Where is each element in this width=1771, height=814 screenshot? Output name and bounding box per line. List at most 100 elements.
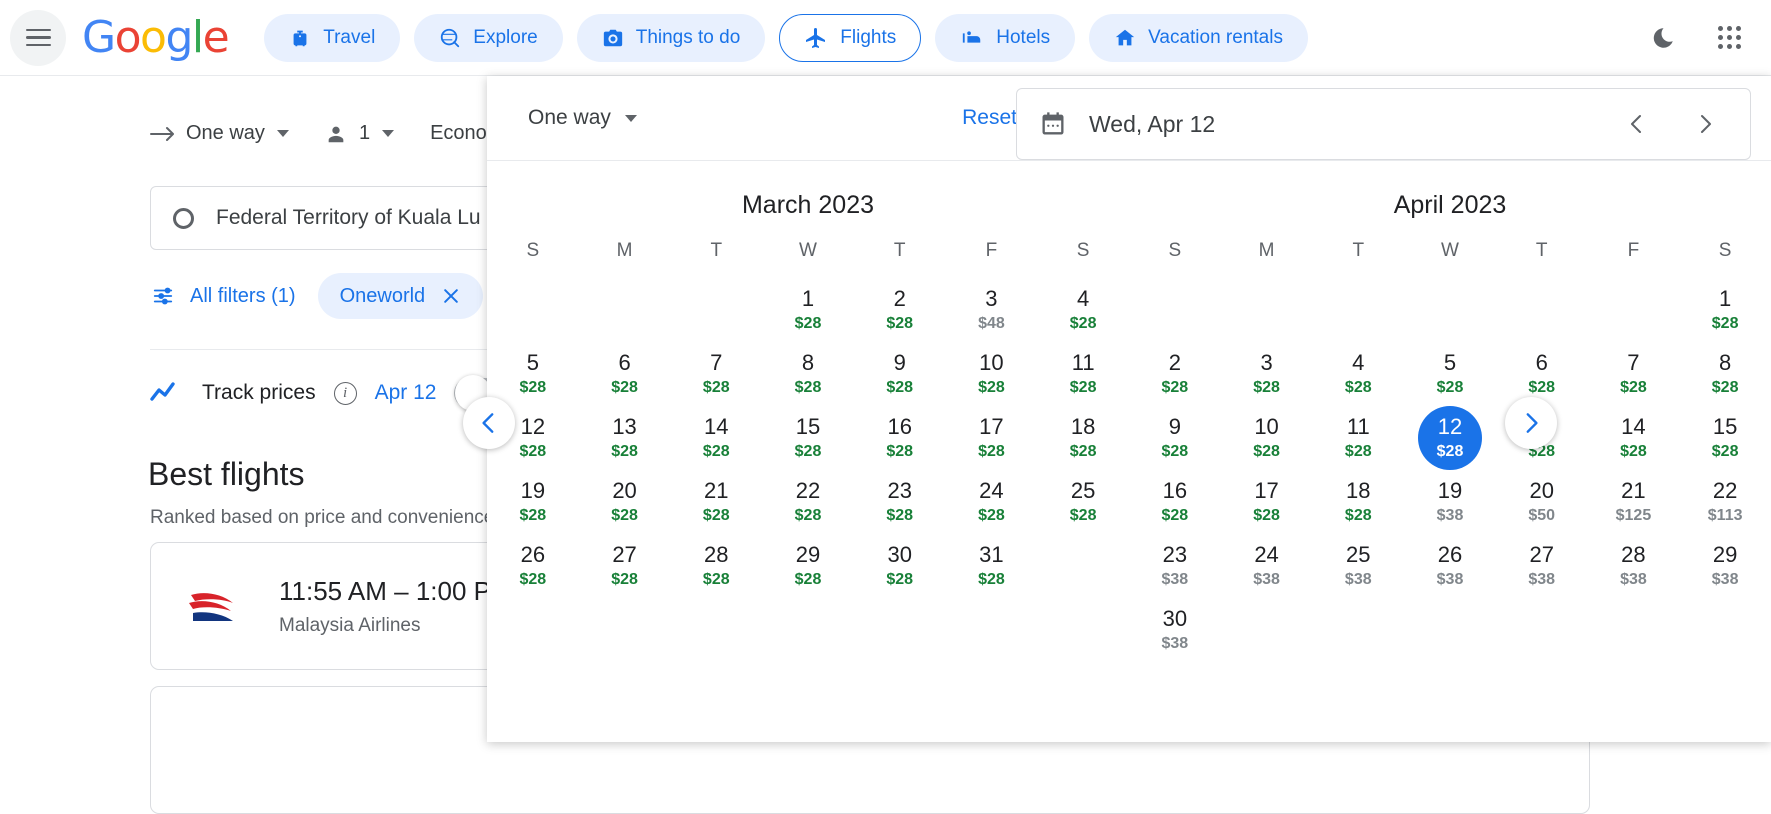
day-cell[interactable]: 5 $28	[487, 342, 579, 406]
day-cell[interactable]: 21 $125	[1588, 470, 1680, 534]
nav-chip-hotels[interactable]: Hotels	[935, 13, 1076, 62]
day-cell[interactable]: 9 $28	[854, 342, 946, 406]
day-cell[interactable]: 4 $28	[1037, 278, 1129, 342]
day-cell[interactable]: 2 $28	[854, 278, 946, 342]
day-cell[interactable]: 7 $28	[670, 342, 762, 406]
nav-chip-things-to-do[interactable]: Things to do	[576, 13, 766, 62]
day-price: $28	[611, 379, 638, 396]
day-cell[interactable]: 22 $113	[1679, 470, 1771, 534]
day-cell[interactable]: 9 $28	[1129, 406, 1221, 470]
day-cell[interactable]: 18 $28	[1312, 470, 1404, 534]
google-apps-button[interactable]	[1709, 18, 1749, 58]
day-cell[interactable]: 19 $28	[487, 470, 579, 534]
day-cell[interactable]: 5 $28	[1404, 342, 1496, 406]
day-cell[interactable]: 10 $28	[946, 342, 1038, 406]
close-icon[interactable]	[441, 286, 461, 306]
day-cell[interactable]: 25 $38	[1312, 534, 1404, 598]
day-cell[interactable]: 20 $28	[579, 470, 671, 534]
day-cell[interactable]: 3 $48	[946, 278, 1038, 342]
day-cell[interactable]: 27 $28	[579, 534, 671, 598]
day-of-week-label: W	[1441, 240, 1459, 261]
dark-mode-toggle-button[interactable]	[1643, 18, 1683, 58]
day-cell[interactable]: 16 $28	[854, 406, 946, 470]
all-filters-button[interactable]: All filters (1)	[150, 285, 296, 308]
day-cell[interactable]: 8 $28	[1679, 342, 1771, 406]
day-cell[interactable]: 10 $28	[1221, 406, 1313, 470]
day-cell[interactable]: 24 $28	[946, 470, 1038, 534]
day-cell[interactable]: 8 $28	[762, 342, 854, 406]
info-icon[interactable]: i	[333, 381, 357, 405]
nav-chip-flights[interactable]: Flights	[779, 13, 922, 62]
day-cell[interactable]: 6 $28	[1496, 342, 1588, 406]
day-cell[interactable]: 19 $38	[1404, 470, 1496, 534]
passengers-selector[interactable]: 1	[325, 122, 395, 145]
day-cell[interactable]: 11 $28	[1037, 342, 1129, 406]
calendar-scroll-left-button[interactable]	[463, 397, 515, 449]
day-cell[interactable]: 28 $38	[1588, 534, 1680, 598]
day-cell[interactable]: 7 $28	[1588, 342, 1680, 406]
day-cell[interactable]: 23 $38	[1129, 534, 1221, 598]
day-cell[interactable]: 24 $38	[1221, 534, 1313, 598]
day-cell[interactable]: 14 $28	[670, 406, 762, 470]
chevron-left-icon	[482, 413, 494, 433]
day-cell[interactable]: 27 $38	[1496, 534, 1588, 598]
day-cell[interactable]: 6 $28	[579, 342, 671, 406]
day-cell[interactable]: 20 $50	[1496, 470, 1588, 534]
nav-chip-travel[interactable]: Travel	[264, 13, 401, 62]
day-price: $28	[1161, 507, 1189, 524]
calendar-trip-type-selector[interactable]: One way	[528, 106, 637, 130]
day-cell[interactable]: 22 $28	[762, 470, 854, 534]
day-number: 30	[887, 542, 912, 567]
day-cell[interactable]: 21 $28	[670, 470, 762, 534]
day-cell[interactable]: 25 $28	[1037, 470, 1129, 534]
hamburger-menu-icon[interactable]	[10, 9, 66, 66]
reset-button[interactable]: Reset	[962, 106, 1017, 130]
day-cell[interactable]: 18 $28	[1037, 406, 1129, 470]
day-cell[interactable]: 2 $28	[1129, 342, 1221, 406]
calendar-scroll-right-button[interactable]	[1505, 397, 1557, 449]
day-cell[interactable]: 17 $28	[946, 406, 1038, 470]
malaysia-airlines-logo-icon	[189, 593, 233, 621]
day-cell[interactable]: 16 $28	[1129, 470, 1221, 534]
departure-date-field[interactable]: Wed, Apr 12	[1016, 88, 1751, 160]
previous-month-button[interactable]	[1614, 101, 1660, 147]
week-row: 1 $28 2 $28 3 $48 4 $28	[487, 278, 1129, 342]
day-cell[interactable]: 26 $38	[1404, 534, 1496, 598]
day-of-week-label: S	[1168, 240, 1182, 261]
day-cell[interactable]: 15 $28	[762, 406, 854, 470]
selected-day-cell[interactable]: 12 $28	[1404, 406, 1496, 470]
day-cell[interactable]: 11 $28	[1312, 406, 1404, 470]
nav-chip-label: Vacation rentals	[1148, 26, 1283, 48]
day-cell[interactable]: 4 $28	[1312, 342, 1404, 406]
day-number: 14	[704, 414, 729, 439]
nav-chip-explore[interactable]: Explore	[414, 13, 563, 62]
day-number: 17	[1254, 478, 1279, 503]
day-cell[interactable]: 14 $28	[1588, 406, 1680, 470]
day-cell[interactable]: 29 $28	[762, 534, 854, 598]
day-cell[interactable]: 30 $28	[854, 534, 946, 598]
day-of-week-row: SMTWTFS	[1129, 240, 1771, 278]
day-cell[interactable]: 26 $28	[487, 534, 579, 598]
day-cell[interactable]: 29 $38	[1679, 534, 1771, 598]
best-flights-subheading-row: Ranked based on price and convenience i	[150, 506, 532, 529]
day-cell[interactable]: 1 $28	[762, 278, 854, 342]
day-price: $28	[1620, 443, 1647, 460]
day-cell[interactable]: 31 $28	[946, 534, 1038, 598]
trip-type-selector[interactable]: One way	[186, 122, 289, 145]
day-price: $28	[1436, 443, 1464, 460]
day-cell[interactable]: 15 $28	[1679, 406, 1771, 470]
day-cell[interactable]: 17 $28	[1221, 470, 1313, 534]
day-cell[interactable]: 1 $28	[1679, 278, 1771, 342]
day-price: $48	[978, 315, 1005, 332]
day-cell[interactable]: 30 $38	[1129, 598, 1221, 662]
next-month-button[interactable]	[1682, 101, 1728, 147]
day-cell[interactable]: 13$28	[579, 406, 671, 470]
day-cell[interactable]: 23 $28	[854, 470, 946, 534]
day-cell[interactable]: 28 $28	[670, 534, 762, 598]
day-cell[interactable]: 3 $28	[1221, 342, 1313, 406]
day-price: $38	[1161, 635, 1189, 652]
day-price: $28	[1253, 507, 1280, 524]
alliance-filter-chip[interactable]: Oneworld	[317, 273, 484, 319]
nav-chip-vacation-rentals[interactable]: Vacation rentals	[1089, 13, 1308, 62]
day-price: $28	[794, 315, 822, 332]
